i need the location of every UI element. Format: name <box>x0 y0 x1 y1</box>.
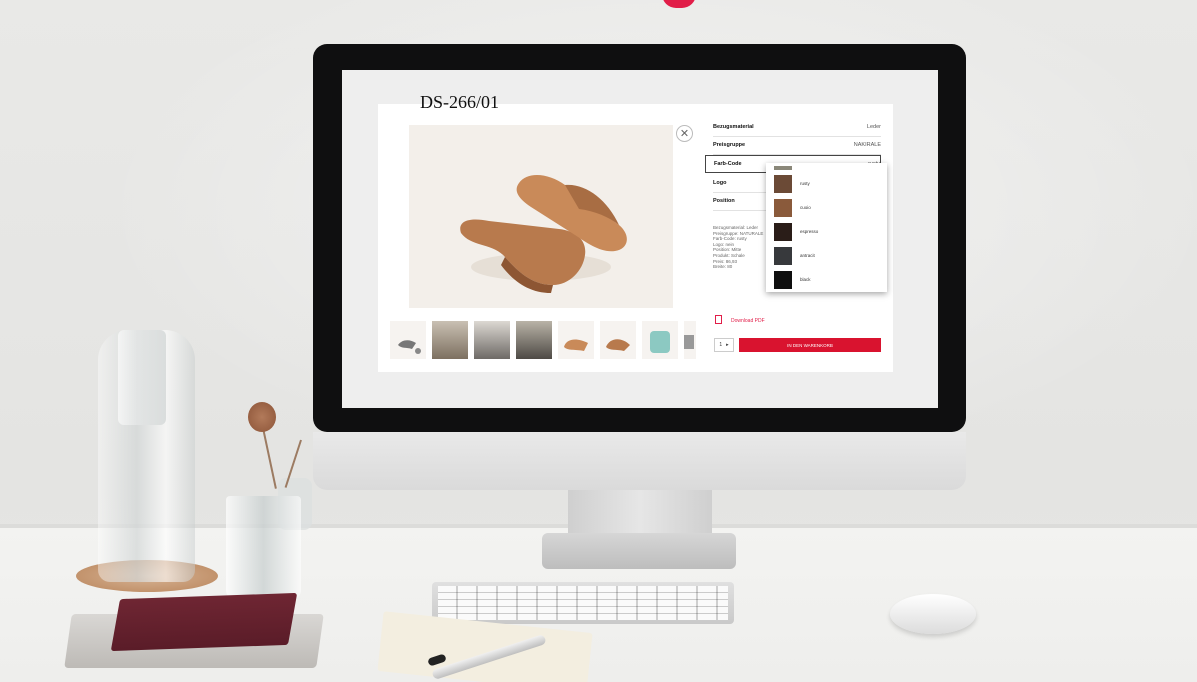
add-to-cart-button[interactable]: IN DEN WARENKORB <box>739 338 881 352</box>
thumbnail-strip <box>390 321 700 361</box>
color-swatch-partial <box>774 166 792 170</box>
row-label: Preisgruppe <box>713 142 746 148</box>
color-name: cuoio <box>800 205 811 210</box>
desk-scene: DS-266/01 ✕ Bezugsmaterial Leder Preisgr… <box>0 0 1197 682</box>
stepper-arrow-icon[interactable]: ▸ <box>726 342 729 348</box>
monitor-stand-base <box>542 533 736 569</box>
burgundy-notebook <box>110 592 298 652</box>
keyboard-keys <box>438 586 728 620</box>
config-summary: Bezugsmaterial: Leder Preisgruppe: NATUR… <box>713 225 768 270</box>
color-swatch <box>774 247 792 265</box>
summary-line: Breite: 80 <box>713 264 733 270</box>
color-option[interactable]: black <box>774 271 874 291</box>
color-name: antracit <box>800 253 815 258</box>
carafe-neck <box>118 330 166 425</box>
thumbnail[interactable] <box>600 321 636 359</box>
product-title: DS-266/01 <box>420 92 500 112</box>
color-name: black <box>800 277 811 282</box>
dried-flower <box>248 402 276 432</box>
chair-angle-icon <box>606 339 630 351</box>
chair-illustration <box>460 174 627 293</box>
row-label: Logo <box>713 180 727 186</box>
product-image <box>409 125 673 308</box>
color-option[interactable]: cuoio <box>774 199 874 219</box>
color-swatch <box>774 175 792 193</box>
color-swatch <box>774 271 792 289</box>
chair-teal-icon <box>650 331 670 353</box>
thumbnail[interactable] <box>390 321 426 359</box>
config-row-price-group[interactable]: Preisgruppe NAKIRALE <box>713 137 881 155</box>
monitor-stand <box>568 490 712 536</box>
mouse <box>890 594 976 634</box>
monitor-chin <box>313 432 966 490</box>
quantity-stepper[interactable]: 1 ▸ <box>714 338 734 352</box>
chair-grey-icon <box>684 335 694 349</box>
row-label: Farb-Code <box>714 161 742 167</box>
chair-front-icon <box>564 339 588 351</box>
quantity-value: 1 <box>719 342 723 348</box>
thumbnail[interactable] <box>516 321 552 359</box>
color-dropdown: rusty cuoio espresso antracit black <box>766 163 887 292</box>
color-name: rusty <box>800 181 810 186</box>
color-swatch <box>774 223 792 241</box>
color-name: espresso <box>800 229 819 234</box>
water-glass <box>226 496 301 600</box>
thumbnail[interactable] <box>474 321 510 359</box>
color-option[interactable]: rusty <box>774 175 874 195</box>
config-row-material[interactable]: Bezugsmaterial Leder <box>713 119 881 137</box>
color-swatch <box>774 199 792 217</box>
row-label: Position <box>713 198 735 204</box>
row-value: Leder <box>866 124 881 130</box>
thumbnail[interactable] <box>432 321 468 359</box>
color-option[interactable]: antracit <box>774 247 874 267</box>
color-option[interactable]: espresso <box>774 223 874 243</box>
row-label: Bezugsmaterial <box>713 124 754 130</box>
thumbnail[interactable] <box>558 321 594 359</box>
thumbnail[interactable] <box>642 321 678 359</box>
row-value: NAKIRALE <box>853 142 881 148</box>
download-pdf-link[interactable]: Download PDF <box>731 318 765 324</box>
chair-side-icon <box>398 340 421 354</box>
pdf-icon[interactable] <box>715 315 722 324</box>
thumbnail[interactable] <box>684 321 696 359</box>
close-icon[interactable]: ✕ <box>676 125 693 142</box>
